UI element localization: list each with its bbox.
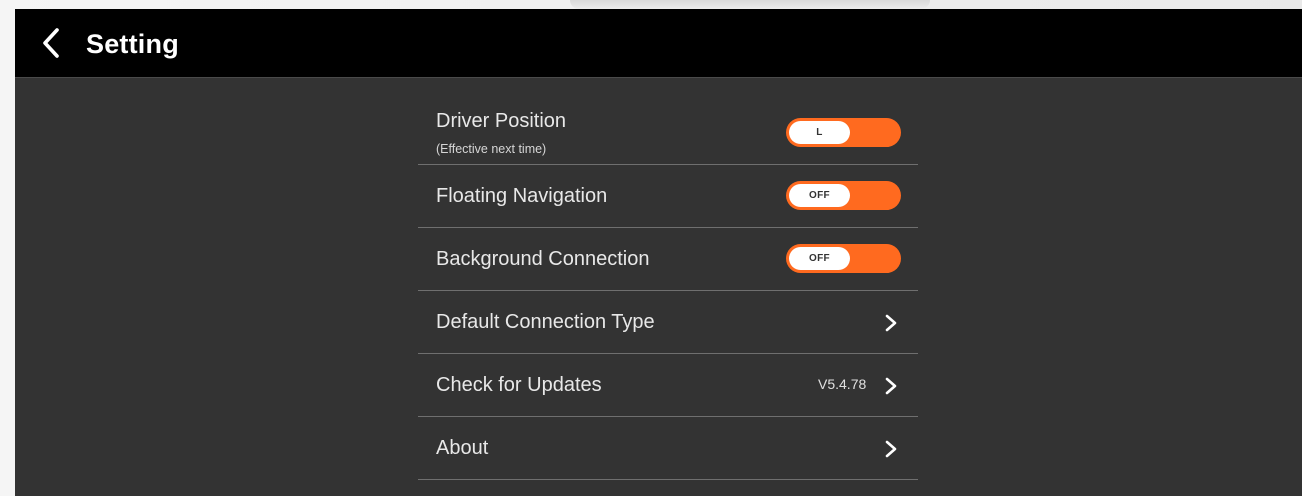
app-version: V5.4.78 [818,376,867,392]
about-label: About [436,437,489,459]
back-button[interactable] [39,27,63,59]
check-for-updates-label: Check for Updates [436,374,602,396]
setting-row-about[interactable]: About [418,417,918,480]
background-connection-toggle-value: OFF [789,247,850,270]
setting-row-background-connection: Background Connection OFF [418,228,918,291]
floating-navigation-toggle-value: OFF [789,184,850,207]
device-bezel-shadow [570,0,930,9]
driver-position-toggle[interactable]: L [786,118,901,147]
device-frame: Setting Driver Position (Effective next … [0,0,1302,496]
floating-navigation-label: Floating Navigation [436,185,608,207]
setting-row-check-for-updates[interactable]: Check for Updates V5.4.78 [418,354,918,417]
page-title: Setting [86,29,179,59]
chevron-right-icon [885,314,897,332]
settings-list: Driver Position (Effective next time) L … [418,101,918,480]
floating-navigation-toggle[interactable]: OFF [786,181,901,210]
header-bar: Setting [15,9,1302,78]
background-connection-toggle[interactable]: OFF [786,244,901,273]
chevron-right-icon [885,377,897,395]
setting-row-floating-navigation: Floating Navigation OFF [418,165,918,228]
chevron-left-icon [43,28,59,58]
chevron-right-icon [885,440,897,458]
default-connection-type-label: Default Connection Type [436,311,655,333]
background-connection-label: Background Connection [436,248,650,270]
driver-position-toggle-value: L [789,121,850,144]
driver-position-sublabel: (Effective next time) [436,142,547,156]
setting-row-driver-position: Driver Position (Effective next time) L [418,101,918,165]
settings-screen: Setting Driver Position (Effective next … [15,9,1302,496]
driver-position-label: Driver Position [436,110,567,132]
setting-row-default-connection-type[interactable]: Default Connection Type [418,291,918,354]
